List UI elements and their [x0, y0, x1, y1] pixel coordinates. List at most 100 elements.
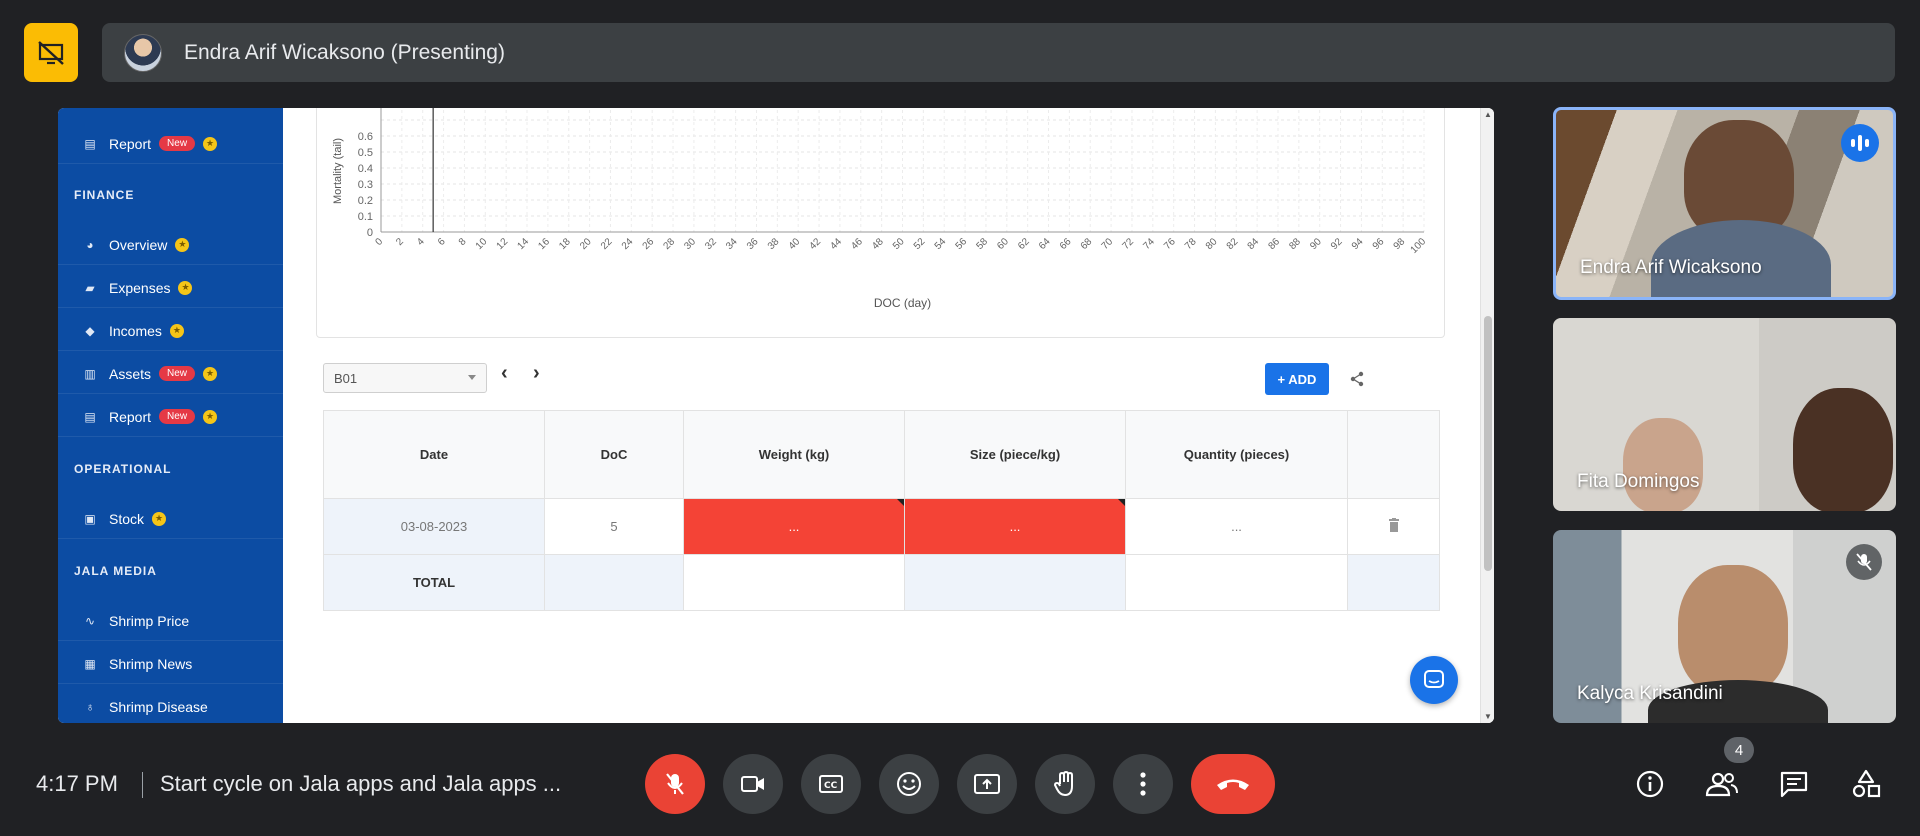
share-icon[interactable] [1349, 371, 1365, 387]
people-count-badge: 4 [1724, 737, 1754, 763]
x-tick-label: 24 [620, 236, 636, 252]
pond-select[interactable]: B01 [323, 363, 487, 393]
camera-toggle-button[interactable] [723, 754, 783, 814]
x-tick-label: 76 [1162, 236, 1178, 252]
participant-tile[interactable]: Kalyca Krisandini [1553, 530, 1896, 723]
date-cell[interactable]: 03-08-2023 [323, 498, 545, 555]
total-quantity-cell [1125, 554, 1348, 611]
delete-cell [1347, 498, 1440, 555]
meeting-clock: 4:17 PM [36, 771, 118, 796]
x-tick-label: 16 [536, 236, 552, 252]
scroll-up-icon[interactable]: ▲ [1484, 110, 1492, 119]
meeting-details-button[interactable] [1630, 764, 1670, 804]
sidebar-item-overview[interactable]: ◕ Overview ★ [58, 225, 283, 265]
y-tick-label: 0 [367, 227, 373, 239]
x-tick-label: 78 [1183, 236, 1199, 252]
x-tick-label: 32 [703, 236, 719, 252]
sidebar-item-shrimp-price[interactable]: ∿ Shrimp Price [58, 601, 283, 641]
scrollbar[interactable]: ▲ ▼ [1480, 108, 1494, 723]
x-tick-label: 68 [1079, 236, 1095, 252]
presenter-avatar [124, 33, 162, 72]
x-tick-label: 14 [515, 236, 531, 252]
x-tick-label: 18 [557, 236, 573, 252]
chat-button[interactable] [1774, 764, 1814, 804]
leave-call-button[interactable] [1191, 754, 1275, 814]
emoji-icon [897, 772, 921, 796]
x-tick-label: 2 [394, 236, 406, 248]
participant-name: Fita Domingos [1577, 471, 1700, 492]
raise-hand-button[interactable] [1035, 754, 1095, 814]
people-button[interactable] [1702, 764, 1742, 804]
doc-cell[interactable]: 5 [544, 498, 684, 555]
video-camera-icon [741, 776, 764, 792]
column-header-doc: DoC [544, 410, 684, 499]
x-tick-label: 58 [974, 236, 990, 252]
x-tick-label: 82 [1225, 236, 1241, 252]
y-axis-label: Mortality (tail) [332, 138, 344, 204]
pond-select-value: B01 [334, 370, 358, 386]
reactions-button[interactable] [879, 754, 939, 814]
sidebar-item-label: Report [109, 408, 152, 425]
more-options-button[interactable] [1113, 754, 1173, 814]
sidebar-item-report[interactable]: ▤ Report New ★ [58, 397, 283, 437]
participant-tile[interactable]: Endra Arif Wicaksono [1553, 107, 1896, 300]
participant-video [1623, 418, 1703, 511]
column-header-size: Size (piece/kg) [904, 410, 1126, 499]
column-header-weight: Weight (kg) [683, 410, 905, 499]
x-tick-label: 96 [1371, 236, 1387, 252]
x-tick-label: 92 [1329, 236, 1345, 252]
presentation-off-button[interactable] [24, 23, 78, 82]
microphone-toggle-button[interactable] [645, 754, 705, 814]
quantity-cell[interactable]: ... [1125, 498, 1348, 555]
finance-heading: FINANCE [74, 188, 135, 202]
jala-media-heading: JALA MEDIA [74, 564, 157, 578]
document-icon: ▤ [84, 136, 96, 151]
present-now-button[interactable] [957, 754, 1017, 814]
x-tick-label: 28 [662, 236, 678, 252]
x-tick-label: 44 [828, 236, 844, 252]
next-pond-button[interactable]: › [533, 362, 540, 385]
x-tick-label: 54 [933, 236, 949, 252]
mic-off-icon [1846, 544, 1882, 580]
support-chat-button[interactable] [1410, 656, 1458, 704]
size-cell[interactable]: ... [904, 498, 1126, 555]
captions-button[interactable]: CC [801, 754, 861, 814]
sidebar-item-assets[interactable]: ▥ Assets New ★ [58, 354, 283, 394]
table-header-row: Date DoC Weight (kg) Size (piece/kg) Qua… [323, 410, 1440, 499]
x-tick-label: 84 [1246, 236, 1262, 252]
present-screen-icon [974, 774, 1000, 794]
participant-tile[interactable]: Fita Domingos [1553, 318, 1896, 511]
y-tick-label: 0.1 [358, 211, 373, 223]
weight-cell[interactable]: ... [683, 498, 905, 555]
x-tick-label: 8 [457, 236, 469, 248]
prev-pond-button[interactable]: ‹ [501, 362, 508, 385]
trash-icon[interactable] [1388, 518, 1400, 532]
activities-button[interactable] [1846, 764, 1886, 804]
sidebar-item-incomes[interactable]: ◆ Incomes ★ [58, 311, 283, 351]
mic-off-icon [666, 773, 684, 795]
x-tick-label: 0 [373, 236, 385, 248]
participant-video-2 [1793, 388, 1893, 511]
x-tick-label: 20 [578, 236, 594, 252]
y-tick-label: 0.5 [358, 147, 373, 159]
sidebar-item-report-top[interactable]: ▤ Report New ★ [58, 124, 283, 164]
x-tick-label: 60 [995, 236, 1011, 252]
new-badge: New [159, 366, 196, 381]
scroll-thumb[interactable] [1484, 316, 1492, 571]
sidebar-item-expenses[interactable]: ▰ Expenses ★ [58, 268, 283, 308]
x-tick-label: 6 [436, 236, 448, 248]
presentation-off-icon [38, 40, 64, 65]
x-tick-label: 90 [1308, 236, 1324, 252]
sidebar-item-shrimp-disease[interactable]: ♁ Shrimp Disease [58, 687, 283, 723]
sidebar-item-shrimp-news[interactable]: ▦ Shrimp News [58, 644, 283, 684]
x-tick-label: 40 [787, 236, 803, 252]
sidebar-item-label: Stock [109, 510, 145, 527]
sidebar-item-stock[interactable]: ▣ Stock ★ [58, 499, 283, 539]
building-icon: ▥ [84, 366, 96, 381]
add-button[interactable]: + ADD [1265, 363, 1329, 395]
box-icon: ▣ [84, 511, 96, 526]
closed-captions-icon: CC [819, 775, 843, 793]
premium-star-icon: ★ [169, 323, 184, 338]
scroll-down-icon[interactable]: ▼ [1484, 712, 1492, 721]
activities-icon [1852, 769, 1881, 798]
